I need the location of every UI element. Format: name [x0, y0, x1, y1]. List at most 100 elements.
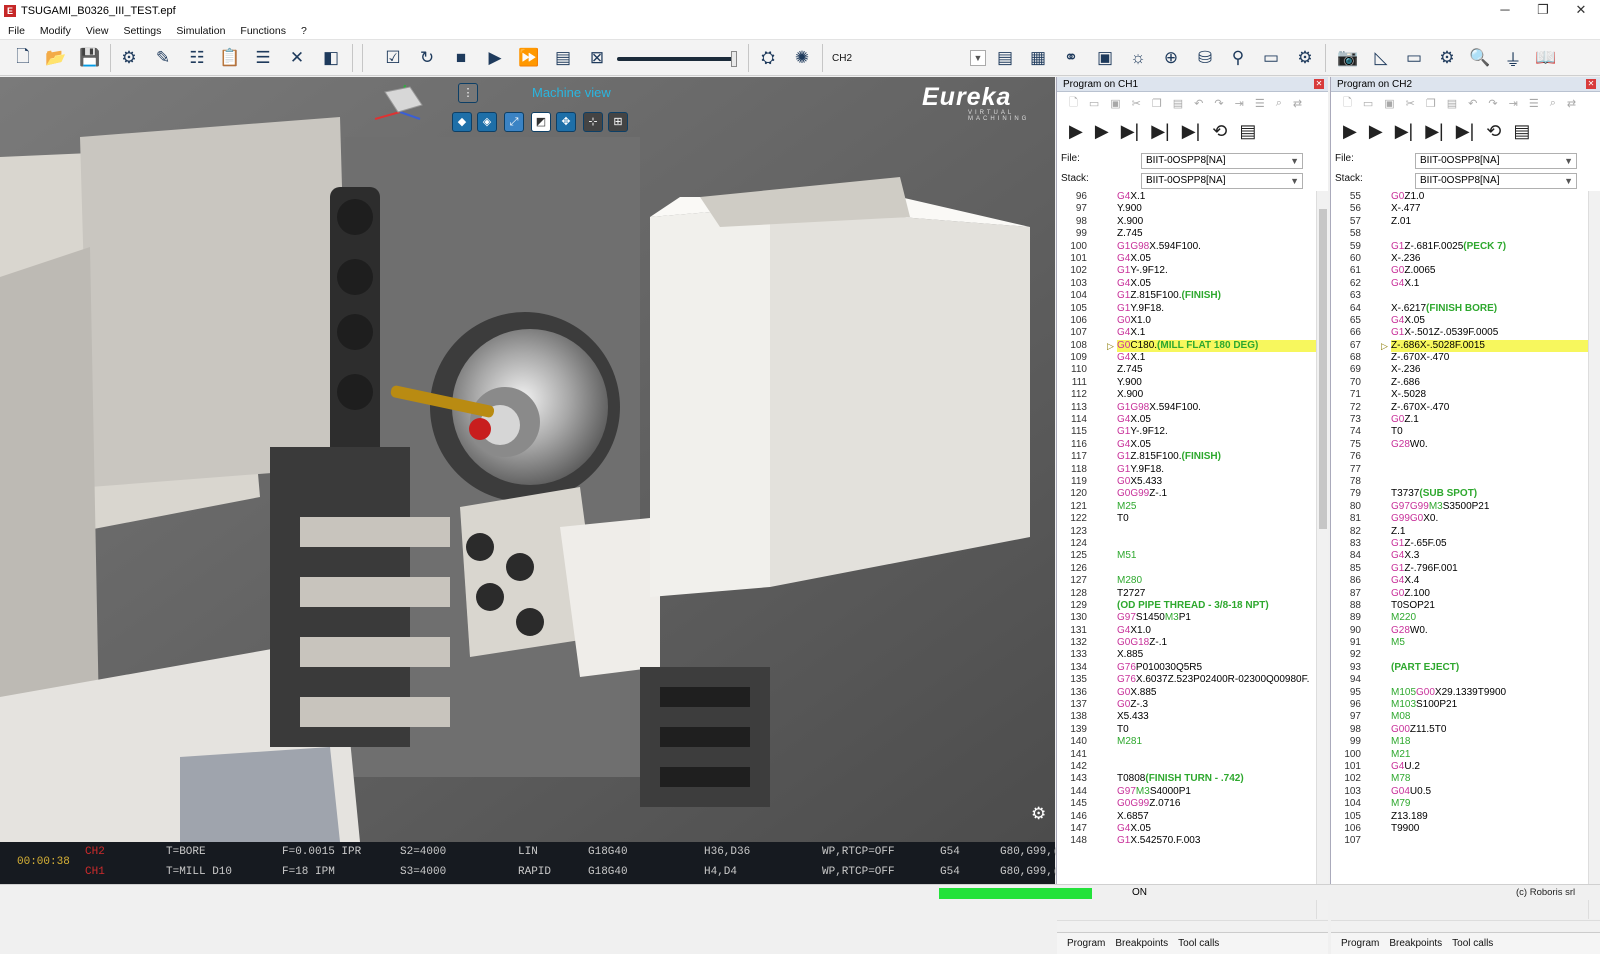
code-line[interactable]: 105 Z13.189: [1331, 811, 1588, 823]
code-line[interactable]: 71 X-.5028: [1331, 389, 1588, 401]
code-line[interactable]: 91 M5: [1331, 637, 1588, 649]
play-icon[interactable]: ▶: [482, 45, 508, 71]
code-line[interactable]: 99 Z.745: [1057, 228, 1316, 240]
menu-settings[interactable]: Settings: [123, 25, 161, 37]
code-line[interactable]: 65 G4X.05: [1331, 315, 1588, 327]
stock-icon[interactable]: ⛁: [1192, 45, 1218, 71]
code-line[interactable]: 118 G1Y.9F18.: [1057, 464, 1316, 476]
machine-3d-viewport[interactable]: Machine view Eureka VIRTUAL MACHINING ◆ …: [0, 77, 1055, 842]
settings-gear-icon[interactable]: ⚙: [1292, 45, 1318, 71]
new-file-icon[interactable]: 🗋: [10, 45, 36, 71]
code-line[interactable]: 102 G1Y-.9F12.: [1057, 265, 1316, 277]
code-line[interactable]: 94: [1331, 674, 1588, 686]
code-line[interactable]: 141: [1057, 749, 1316, 761]
code-line[interactable]: 86 G4X.4: [1331, 575, 1588, 587]
code-line[interactable]: 59 G1Z-.681F.0025(PECK 7): [1331, 241, 1588, 253]
tree-view-icon[interactable]: ⋮: [458, 83, 478, 103]
code-line[interactable]: 95 M105G00X29.1339T9900: [1331, 687, 1588, 699]
tools-icon[interactable]: ✕: [284, 45, 310, 71]
code-line[interactable]: 88 T0SOP21: [1331, 600, 1588, 612]
axes-icon[interactable]: ⚭: [1058, 45, 1084, 71]
close-icon[interactable]: ✕: [1314, 79, 1324, 89]
save-icon[interactable]: ▭: [1089, 97, 1099, 110]
code-line[interactable]: 79 T3737(SUB SPOT): [1331, 488, 1588, 500]
copy-icon[interactable]: ❐: [1152, 97, 1162, 110]
menu-help[interactable]: ?: [301, 25, 307, 37]
code-line[interactable]: 132 G0G18Z-.1: [1057, 637, 1316, 649]
code-line[interactable]: 82 Z.1: [1331, 526, 1588, 538]
target-icon[interactable]: ⊕: [1158, 45, 1184, 71]
code-line[interactable]: 105 G1Y.9F18.: [1057, 303, 1316, 315]
stack-select[interactable]: BIIT-0OSPP8[NA] ▼: [1415, 173, 1577, 189]
code-line[interactable]: 144 G97M3S4000P1: [1057, 786, 1316, 798]
code-line[interactable]: 97 Y.900: [1057, 203, 1316, 215]
step-icon[interactable]: ▶|: [1395, 121, 1414, 142]
reload-icon[interactable]: ⟲: [1486, 121, 1501, 142]
pan-icon[interactable]: ✥: [556, 112, 576, 132]
chevron-down-icon[interactable]: ▼: [970, 50, 986, 66]
probe-icon[interactable]: ⚲: [1225, 45, 1251, 71]
code-line[interactable]: 60 X-.236: [1331, 253, 1588, 265]
code-line[interactable]: 75 G28W0.: [1331, 439, 1588, 451]
new-icon[interactable]: 🗋: [1069, 94, 1078, 113]
code-line[interactable]: 104 M79: [1331, 798, 1588, 810]
step-icon[interactable]: ▶|: [1121, 121, 1140, 142]
camera-icon[interactable]: 📷: [1335, 45, 1361, 71]
code-line[interactable]: 89 M220: [1331, 612, 1588, 624]
program-info-icon[interactable]: ▤: [1239, 121, 1256, 142]
code-line[interactable]: 96 M103S100P21: [1331, 699, 1588, 711]
current-code-line[interactable]: 67 ▷ Z-.686X-.5028F.0015: [1331, 339, 1588, 353]
code-line[interactable]: 104 G1Z.815F100.(FINISH): [1057, 290, 1316, 302]
chevron-down-icon[interactable]: ▼: [1290, 174, 1299, 188]
code-line[interactable]: 106 T9900: [1331, 823, 1588, 835]
program-code-ch1[interactable]: 96 G4X.1 97 Y.900 98 X.900 99 Z.745 100 G1G98X.59…: [1057, 191, 1316, 919]
code-line[interactable]: 147 G4X.05: [1057, 823, 1316, 835]
paste-icon[interactable]: ▤: [1173, 97, 1183, 110]
clipboard-icon[interactable]: 📋: [217, 45, 243, 71]
code-line[interactable]: 99 M18: [1331, 736, 1588, 748]
run-to-cursor-icon[interactable]: ▶: [1369, 121, 1383, 142]
code-line[interactable]: 87 G0Z.100: [1331, 588, 1588, 600]
code-line[interactable]: 135 G76X.6037Z.523P02400R-02300Q00980F.: [1057, 674, 1316, 686]
code-line[interactable]: 63: [1331, 290, 1588, 302]
code-line[interactable]: 146 X.6857: [1057, 811, 1316, 823]
scrollbar-thumb[interactable]: [1319, 209, 1327, 529]
stack-select[interactable]: BIIT-0OSPP8[NA] ▼: [1141, 173, 1303, 189]
code-line[interactable]: 142: [1057, 761, 1316, 773]
list-icon[interactable]: ☰: [1255, 97, 1265, 110]
menu-simulation[interactable]: Simulation: [176, 25, 225, 37]
code-line[interactable]: 100 G1G98X.594F100.: [1057, 241, 1316, 253]
code-line[interactable]: 119 G0X5.433: [1057, 476, 1316, 488]
code-line[interactable]: 125 M51: [1057, 550, 1316, 562]
run-icon[interactable]: ▶: [1069, 121, 1083, 142]
align-icon[interactable]: ☰: [250, 45, 276, 71]
code-line[interactable]: 84 G4X.3: [1331, 550, 1588, 562]
undo-icon[interactable]: ↶: [1468, 97, 1477, 110]
program-info-icon[interactable]: ▤: [1513, 121, 1530, 142]
code-line[interactable]: 103 G04U0.5: [1331, 786, 1588, 798]
tab-breakpoints[interactable]: Breakpoints: [1389, 938, 1442, 949]
list-icon[interactable]: ☰: [1529, 97, 1539, 110]
close-button[interactable]: ✕: [1562, 0, 1600, 22]
current-code-line[interactable]: 108 ▷ G0C180.(MILL FLAT 180 DEG): [1057, 339, 1316, 353]
cut-icon[interactable]: ✂: [1132, 97, 1141, 110]
code-line[interactable]: 100 M21: [1331, 749, 1588, 761]
redo-icon[interactable]: ↷: [1488, 97, 1497, 110]
code-line[interactable]: 76: [1331, 451, 1588, 463]
vertical-scrollbar[interactable]: [1588, 191, 1600, 919]
close-icon[interactable]: ✕: [1586, 79, 1596, 89]
tree-icon[interactable]: ☷: [184, 45, 210, 71]
code-line[interactable]: 137 G0Z-.3: [1057, 699, 1316, 711]
code-line[interactable]: 145 G0G99Z.0716: [1057, 798, 1316, 810]
axis-display-icon[interactable]: ⊹: [583, 112, 603, 132]
code-line[interactable]: 68 Z-.670X-.470: [1331, 352, 1588, 364]
code-line[interactable]: 143 T0808(FINISH TURN - .742): [1057, 773, 1316, 785]
program-list-icon[interactable]: ▤: [992, 45, 1018, 71]
chevron-down-icon[interactable]: ▼: [1564, 154, 1573, 168]
tab-program[interactable]: Program: [1067, 938, 1105, 949]
edit-icon[interactable]: ✎: [150, 45, 176, 71]
horizontal-scrollbar[interactable]: [1057, 920, 1328, 931]
save-icon[interactable]: ▭: [1363, 97, 1373, 110]
run-icon[interactable]: ▶: [1343, 121, 1357, 142]
code-line[interactable]: 130 G97S1450M3P1: [1057, 612, 1316, 624]
